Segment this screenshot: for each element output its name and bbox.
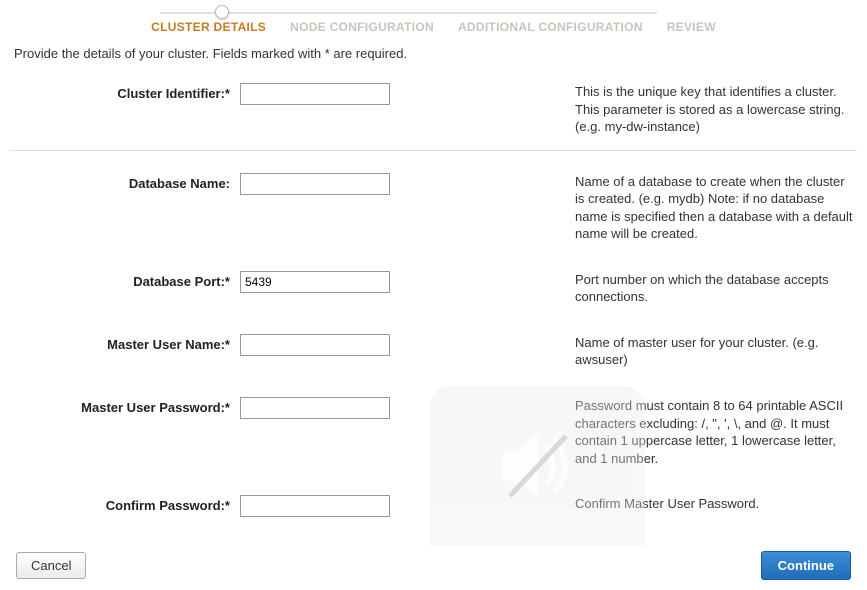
label-cluster-identifier: Cluster Identifier:* [10,83,240,101]
input-cluster-identifier[interactable] [240,83,390,105]
cancel-button[interactable]: Cancel [16,552,86,579]
step-cluster-details[interactable]: CLUSTER DETAILS [151,20,266,34]
input-confirm-password[interactable] [240,495,390,517]
help-database-name: Name of a database to create when the cl… [400,173,857,243]
step-review[interactable]: REVIEW [667,20,716,34]
input-master-user-name[interactable] [240,334,390,356]
input-master-user-password[interactable] [240,397,390,419]
section-divider [10,150,857,151]
row-cluster-identifier: Cluster Identifier:* This is the unique … [10,77,857,142]
step-node-configuration[interactable]: NODE CONFIGURATION [290,20,434,34]
help-master-user-name: Name of master user for your cluster. (e… [400,334,857,369]
row-master-user-name: Master User Name:* Name of master user f… [10,328,857,375]
help-database-port: Port number on which the database accept… [400,271,857,306]
action-bar: Cancel Continue [10,551,857,590]
help-master-user-password: Password must contain 8 to 64 printable … [400,397,857,467]
label-master-user-name: Master User Name:* [10,334,240,352]
row-master-user-password: Master User Password:* Password must con… [10,391,857,473]
label-confirm-password: Confirm Password:* [10,495,240,513]
intro-text: Provide the details of your cluster. Fie… [14,46,857,61]
label-database-name: Database Name: [10,173,240,191]
label-master-user-password: Master User Password:* [10,397,240,415]
continue-button[interactable]: Continue [761,551,851,580]
row-database-name: Database Name: Name of a database to cre… [10,167,857,249]
label-database-port: Database Port:* [10,271,240,289]
input-database-name[interactable] [240,173,390,195]
step-additional-configuration[interactable]: ADDITIONAL CONFIGURATION [458,20,643,34]
input-database-port[interactable] [240,271,390,293]
wizard-stepper: CLUSTER DETAILS NODE CONFIGURATION ADDIT… [10,8,857,34]
help-confirm-password: Confirm Master User Password. [400,495,857,513]
help-cluster-identifier: This is the unique key that identifies a… [400,83,857,136]
stepper-knob-icon [215,5,229,19]
row-database-port: Database Port:* Port number on which the… [10,265,857,312]
row-confirm-password: Confirm Password:* Confirm Master User P… [10,489,857,523]
